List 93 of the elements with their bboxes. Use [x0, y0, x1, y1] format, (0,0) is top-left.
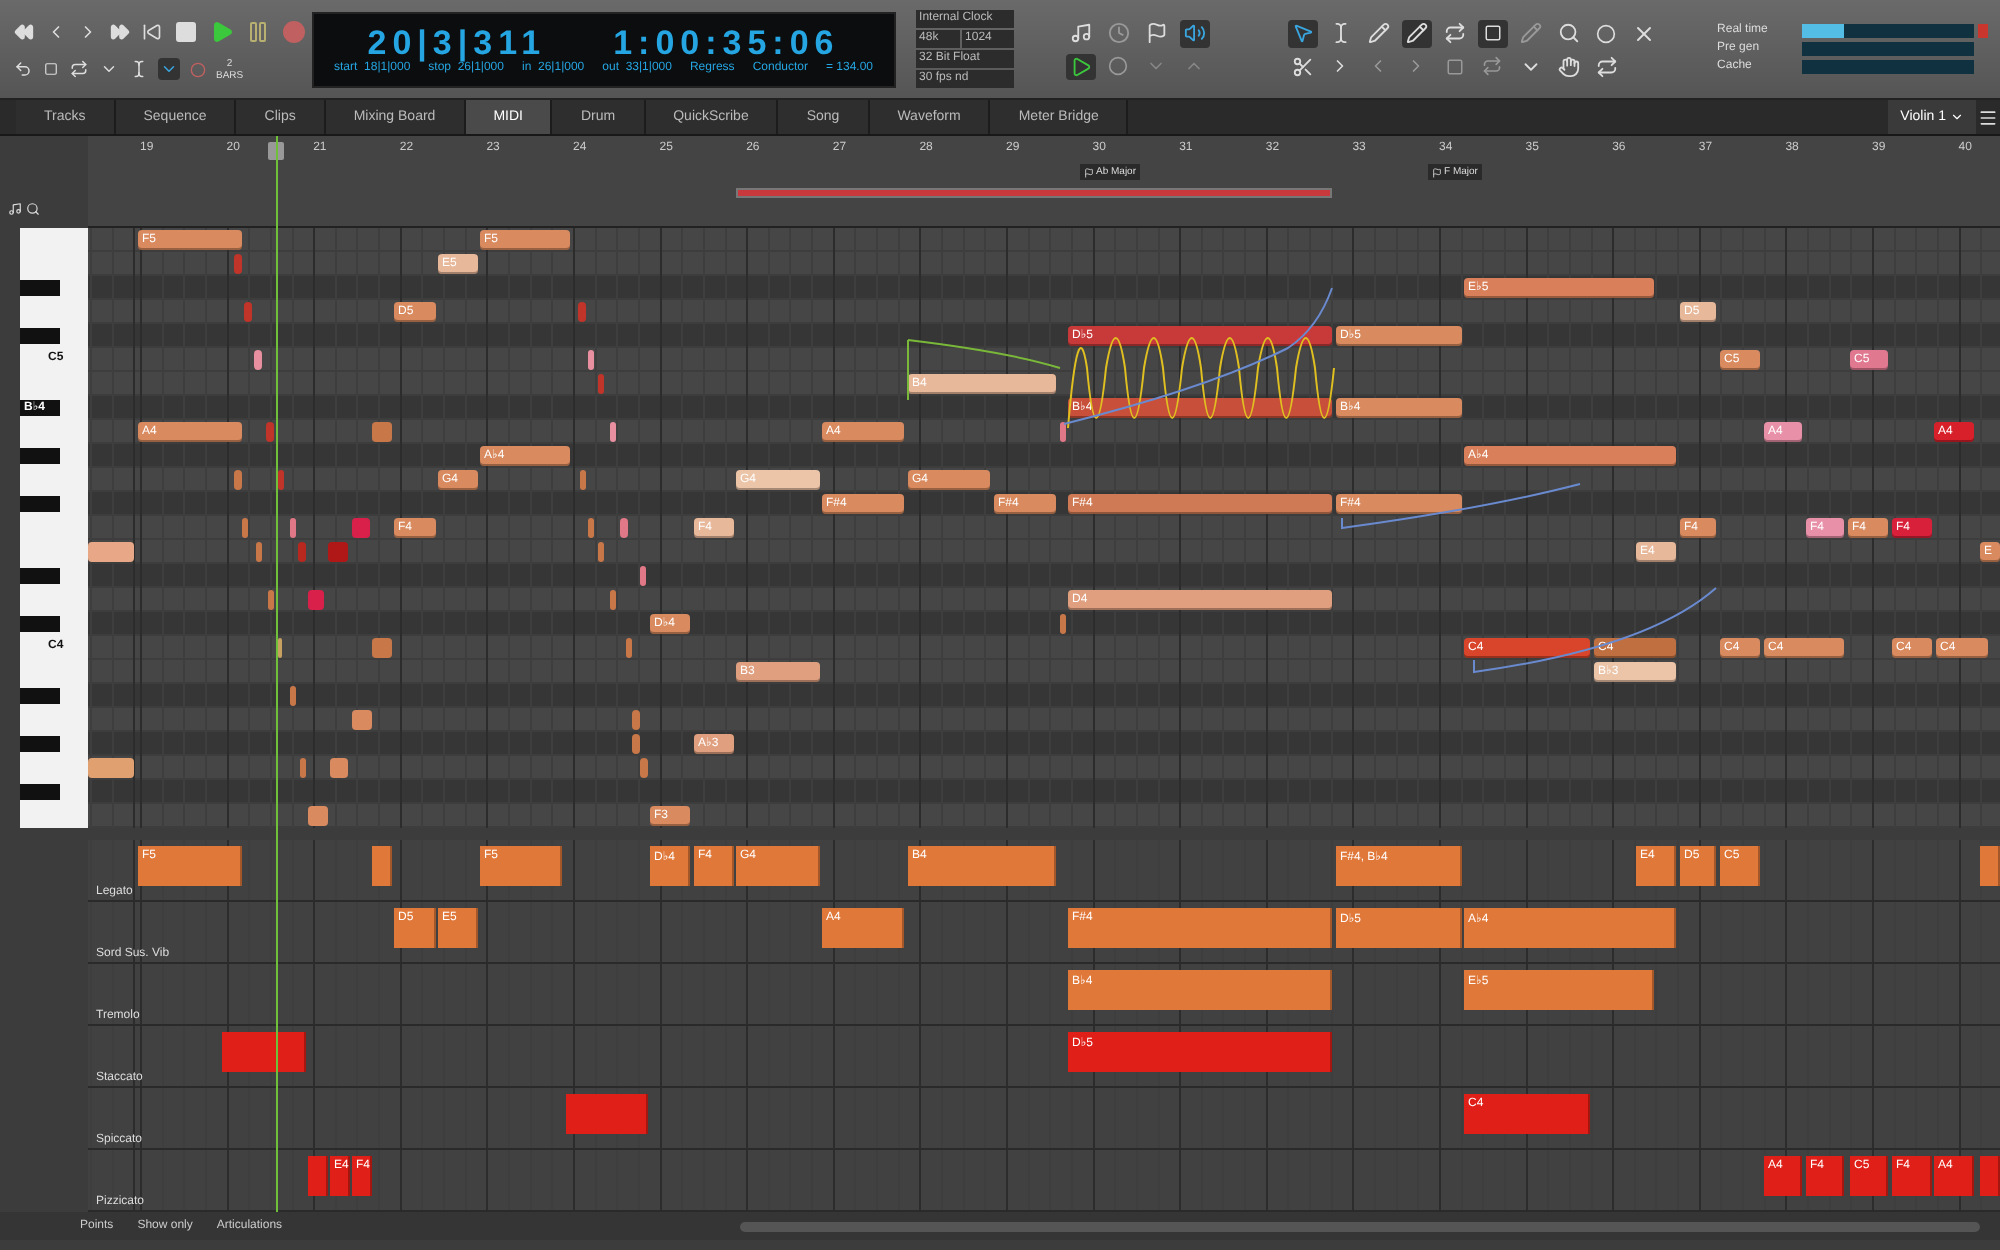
sharp-key[interactable] [20, 400, 60, 416]
stop-button[interactable] [172, 17, 200, 45]
note-block[interactable] [330, 758, 348, 778]
skip-back-button[interactable] [140, 19, 164, 43]
note-block[interactable] [626, 638, 632, 658]
pencil-tool[interactable] [1363, 19, 1394, 47]
fast-forward-button[interactable] [108, 19, 132, 43]
pointer-tool[interactable] [1287, 19, 1318, 47]
square-icon [1483, 24, 1502, 42]
menu-icon [1978, 107, 1998, 127]
note-block[interactable] [640, 566, 646, 586]
flag-icon [1084, 167, 1094, 177]
note-block[interactable] [234, 254, 242, 274]
clip-indicator [1977, 24, 1988, 38]
clock-icon [1107, 22, 1130, 44]
loop-icon [1482, 56, 1503, 76]
note-icon [8, 202, 22, 216]
note-block[interactable] [578, 302, 586, 322]
pencil-icon [1519, 22, 1542, 44]
time-readout: 1:00:35:06 [613, 24, 840, 62]
note-block[interactable] [300, 758, 306, 778]
note-block[interactable] [610, 422, 616, 442]
auto-rewind-button[interactable] [158, 58, 180, 80]
note-block[interactable] [290, 686, 296, 706]
undo-button[interactable] [12, 58, 34, 80]
stop-icon [174, 19, 198, 43]
record-icon [282, 19, 306, 43]
note-block[interactable] [352, 710, 372, 730]
play-icon [1069, 55, 1092, 77]
flag-icon [1145, 22, 1168, 44]
play-button[interactable] [208, 17, 236, 45]
note-block[interactable] [308, 806, 328, 826]
music-note-icon [1069, 22, 1092, 44]
close-icon [1632, 21, 1657, 45]
note-block[interactable] [268, 590, 274, 610]
pencil-icon [1367, 22, 1390, 44]
circle-icon [190, 61, 206, 77]
note-block[interactable] [234, 470, 242, 490]
scrollbar[interactable] [740, 1221, 1980, 1231]
skip-back-icon [142, 21, 162, 41]
articulation-block[interactable] [222, 1032, 306, 1072]
rewind-icon [14, 21, 34, 41]
note-block[interactable] [254, 350, 262, 370]
marker-button[interactable] [42, 60, 60, 78]
pause-icon [246, 19, 270, 43]
articulation-block[interactable] [1980, 1156, 2000, 1196]
speaker-button[interactable] [1179, 19, 1210, 47]
note-block[interactable] [610, 590, 616, 610]
articulation-block[interactable] [1980, 846, 2000, 886]
note-block[interactable] [244, 302, 252, 322]
articulation-block[interactable] [566, 1094, 648, 1134]
chevron-down-icon [100, 60, 118, 78]
undo-icon [14, 60, 32, 78]
hand-icon [1557, 55, 1580, 77]
loop-icon [1595, 55, 1618, 77]
play-icon [210, 19, 234, 43]
note-block[interactable] [372, 638, 392, 658]
pointer-icon [1291, 22, 1314, 44]
note-block[interactable] [278, 470, 284, 490]
square-icon [44, 62, 58, 76]
loop-button[interactable] [68, 58, 90, 80]
note-block[interactable] [580, 470, 586, 490]
reshape-tool[interactable] [1401, 19, 1432, 47]
search-icon [1557, 22, 1580, 44]
hand-tool[interactable] [1553, 53, 1584, 79]
loop-icon [1443, 22, 1466, 44]
position-readout: 20|3|311 [367, 24, 547, 62]
articulation-block[interactable] [308, 1156, 328, 1196]
scissors-icon [1291, 55, 1314, 77]
i-beam-icon [130, 60, 148, 78]
fast-forward-icon [110, 21, 130, 41]
zoom-icon [26, 202, 40, 216]
speaker-icon [1183, 22, 1206, 44]
note-block[interactable] [1060, 614, 1066, 634]
flag-icon [1432, 167, 1442, 177]
circle-icon [1596, 23, 1617, 43]
note-block[interactable] [1060, 422, 1066, 442]
chevron-down-icon [160, 60, 178, 78]
record-button[interactable] [280, 17, 308, 45]
chevron-down-icon [1950, 110, 1964, 124]
key-tool[interactable] [1477, 19, 1508, 47]
count-in-button[interactable] [188, 59, 208, 79]
note-block[interactable] [266, 422, 274, 442]
pause-button[interactable] [244, 17, 272, 45]
circle-icon [1108, 56, 1129, 76]
input-button[interactable] [1065, 53, 1096, 79]
note-block[interactable] [308, 590, 324, 610]
pencil-icon [1405, 22, 1428, 44]
rewind-button[interactable] [12, 19, 36, 43]
note-block[interactable] [372, 422, 392, 442]
articulation-block[interactable] [372, 846, 392, 886]
square-icon [1445, 57, 1464, 75]
loop-icon [70, 60, 88, 78]
